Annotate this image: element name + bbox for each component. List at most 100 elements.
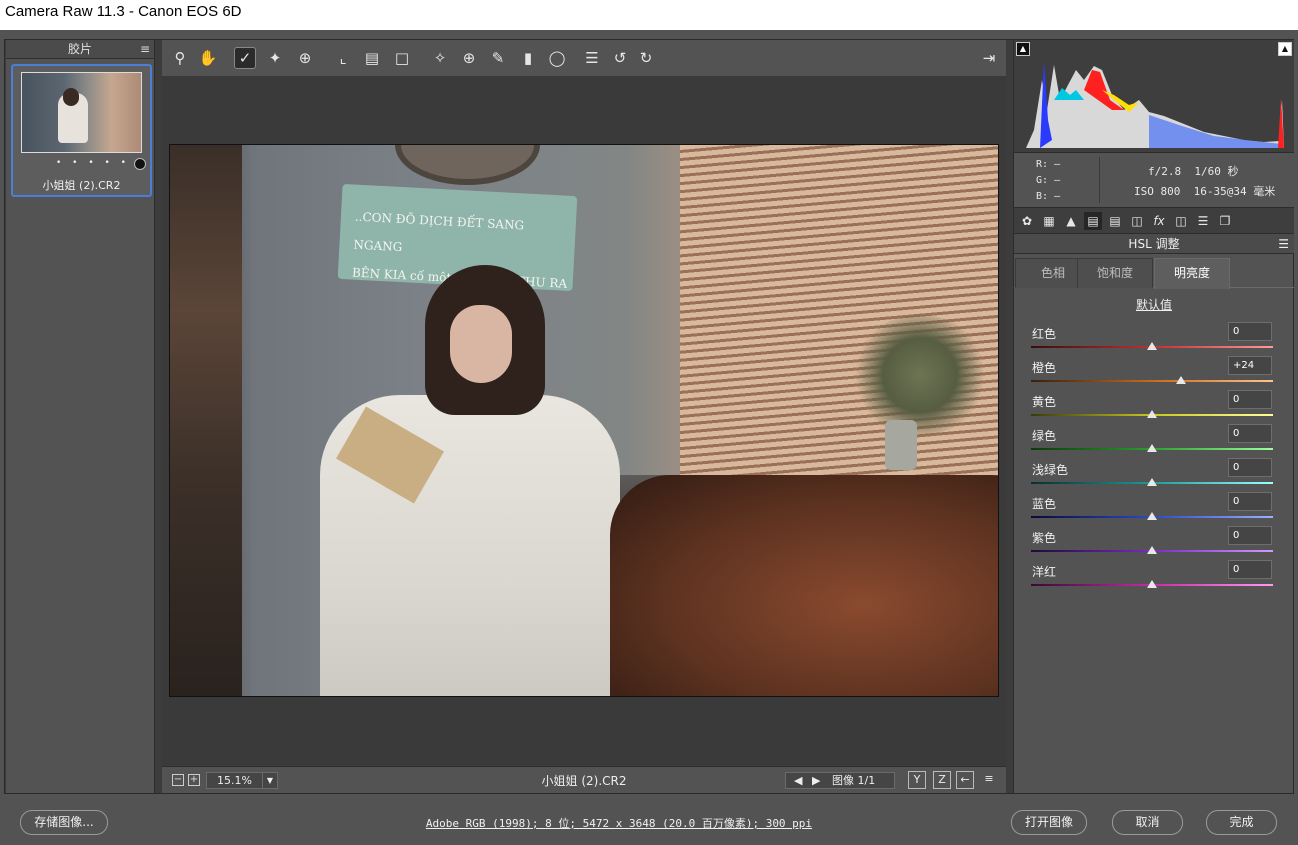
slider-value-field[interactable]: +24 (1228, 356, 1272, 375)
exif-iso: ISO 800 (1134, 185, 1181, 198)
photo-clock (395, 145, 540, 185)
b-value: — (1054, 191, 1061, 202)
slider-value-field[interactable]: 0 (1228, 526, 1272, 545)
straighten-icon[interactable]: ▤ (361, 47, 383, 69)
spot-removal-icon[interactable]: ✧ (429, 47, 451, 69)
next-image-button[interactable]: ▶ (812, 773, 820, 788)
filmstrip-thumbnail[interactable]: • • • • • 小姐姐 (2).CR2 (11, 64, 152, 197)
slider-thumb[interactable] (1147, 478, 1157, 486)
slider-label: 红色 (1032, 327, 1057, 341)
rgb-readout: R: — G: — B: — (1036, 157, 1060, 205)
snapshots-tab-icon[interactable]: ❐ (1216, 212, 1234, 230)
panel-tabs: ✿ ▦ ▲ ▤ ▤ ◫ fx ◫ ☰ ❐ (1014, 208, 1294, 234)
tab-saturation[interactable]: 饱和度 (1077, 258, 1153, 288)
photo-bookshelf (170, 145, 242, 696)
slider-value-field[interactable]: 0 (1228, 390, 1272, 409)
preview-photo[interactable]: ..CON ĐÕ DỊCH ĐẾT SANG NGANG BÊN KIA cố … (169, 144, 999, 697)
adjusted-badge-icon (134, 158, 146, 170)
done-button[interactable]: 完成 (1206, 810, 1277, 835)
panel-menu-icon[interactable]: ☰ (1278, 234, 1289, 254)
exif-line2: ISO 800 16-35@34 毫米 (1134, 183, 1275, 199)
view-settings-icon[interactable]: ≡ (980, 771, 998, 789)
crop-icon[interactable]: ⌞ (332, 47, 354, 69)
slider-label: 紫色 (1032, 531, 1057, 545)
transform-icon[interactable]: □ (391, 47, 413, 69)
target-adjust-icon[interactable]: ⊕ (294, 47, 316, 69)
slider-thumb[interactable] (1147, 580, 1157, 588)
slider-value-field[interactable]: 0 (1228, 492, 1272, 511)
red-eye-icon[interactable]: ⊕ (458, 47, 480, 69)
graduated-filter-icon[interactable]: ▮ (517, 47, 539, 69)
image-canvas[interactable]: ..CON ĐÕ DỊCH ĐẾT SANG NGANG BÊN KIA cố … (162, 76, 1006, 765)
adjustment-brush-icon[interactable]: ✎ (487, 47, 509, 69)
filmstrip-menu-icon[interactable]: ≡ (140, 40, 150, 59)
slider-thumb[interactable] (1147, 444, 1157, 452)
rotate-left-icon[interactable]: ↺ (609, 47, 631, 69)
photo-vase (885, 420, 917, 470)
rotate-right-icon[interactable]: ↻ (635, 47, 657, 69)
hsl-panel-header: HSL 调整 ☰ (1014, 234, 1294, 254)
slider-label: 蓝色 (1032, 497, 1057, 511)
effects-tab-icon[interactable]: fx (1150, 212, 1168, 230)
slider-label: 黄色 (1032, 395, 1057, 409)
toolbar: ⚲ ✋ ✓ ✦ ⊕ ⌞ ▤ □ ✧ ⊕ ✎ ▮ ◯ ☰ ↺ ↻ ⇥ (162, 40, 1006, 76)
slider-thumb[interactable] (1147, 512, 1157, 520)
preferences-icon[interactable]: ☰ (581, 47, 603, 69)
thumbnail-image (21, 72, 142, 153)
slider-value-field[interactable]: 0 (1228, 424, 1272, 443)
slider-label: 浅绿色 (1032, 463, 1069, 477)
exif-aperture: f/2.8 (1148, 165, 1182, 178)
zoom-icon[interactable]: ⚲ (169, 47, 191, 69)
detail-tab-icon[interactable]: ▲ (1062, 212, 1080, 230)
exif-shutter: 1/60 秒 (1194, 165, 1239, 178)
tab-luminance[interactable]: 明亮度 (1154, 258, 1230, 289)
slider-label: 绿色 (1032, 429, 1057, 443)
g-value: — (1054, 175, 1061, 186)
hsl-tab-icon[interactable]: ▤ (1084, 212, 1102, 230)
b-label: B: (1036, 191, 1049, 202)
hand-icon[interactable]: ✋ (197, 47, 219, 69)
slider-track[interactable] (1031, 380, 1273, 382)
window-title: Camera Raw 11.3 - Canon EOS 6D (0, 0, 1298, 30)
g-label: G: (1036, 175, 1049, 186)
info-divider (1099, 157, 1100, 203)
slider-label: 洋红 (1032, 565, 1057, 579)
slider-label: 橙色 (1032, 361, 1057, 375)
hsl-panel-title: HSL 调整 (1128, 237, 1180, 251)
fullscreen-icon[interactable]: ⇥ (978, 47, 1000, 69)
color-sampler-icon[interactable]: ✦ (264, 47, 286, 69)
radial-filter-icon[interactable]: ◯ (546, 47, 568, 69)
right-panel: ▲ ▲ R: — G: — B: — f/2.8 1/60 秒 ISO 800 … (1013, 40, 1294, 793)
split-toning-tab-icon[interactable]: ▤ (1106, 212, 1124, 230)
prev-image-button[interactable]: ◀ (794, 773, 802, 788)
filmstrip-panel: 胶片 ≡ • • • • • 小姐姐 (2).CR2 (6, 40, 155, 793)
slider-thumb[interactable] (1176, 376, 1187, 384)
open-image-button[interactable]: 打开图像 (1011, 810, 1087, 835)
before-after-icon[interactable]: Y (908, 771, 926, 789)
white-balance-icon[interactable]: ✓ (234, 47, 256, 69)
filmstrip-title: 胶片 (67, 42, 92, 56)
lens-corrections-tab-icon[interactable]: ◫ (1128, 212, 1146, 230)
histogram-graph (1026, 60, 1284, 148)
photo-chair (610, 475, 998, 696)
defaults-link[interactable]: 默认值 (1014, 296, 1294, 313)
slider-value-field[interactable]: 0 (1228, 458, 1272, 477)
exif-line1: f/2.8 1/60 秒 (1148, 163, 1239, 179)
slider-thumb[interactable] (1147, 410, 1157, 418)
camera-calibration-tab-icon[interactable]: ◫ (1172, 212, 1190, 230)
rating-dots[interactable]: • • • • • (56, 158, 130, 168)
slider-value-field[interactable]: 0 (1228, 560, 1272, 579)
presets-tab-icon[interactable]: ☰ (1194, 212, 1212, 230)
photo-girl-face (450, 305, 512, 383)
swap-settings-icon[interactable]: Z (933, 771, 951, 789)
copy-settings-icon[interactable]: ← (956, 771, 974, 789)
slider-value-field[interactable]: 0 (1228, 322, 1272, 341)
slider-thumb[interactable] (1147, 546, 1157, 554)
tone-curve-tab-icon[interactable]: ▦ (1040, 212, 1058, 230)
canvas-status-bar: − + 15.1% ▼ 小姐姐 (2).CR2 ◀ ▶ 图像 1/1 Y Z ←… (162, 766, 1006, 793)
photo-plant (850, 315, 990, 435)
slider-thumb[interactable] (1147, 342, 1157, 350)
cancel-button[interactable]: 取消 (1112, 810, 1183, 835)
image-navigator: ◀ ▶ 图像 1/1 (785, 772, 895, 789)
basic-tab-icon[interactable]: ✿ (1018, 212, 1036, 230)
